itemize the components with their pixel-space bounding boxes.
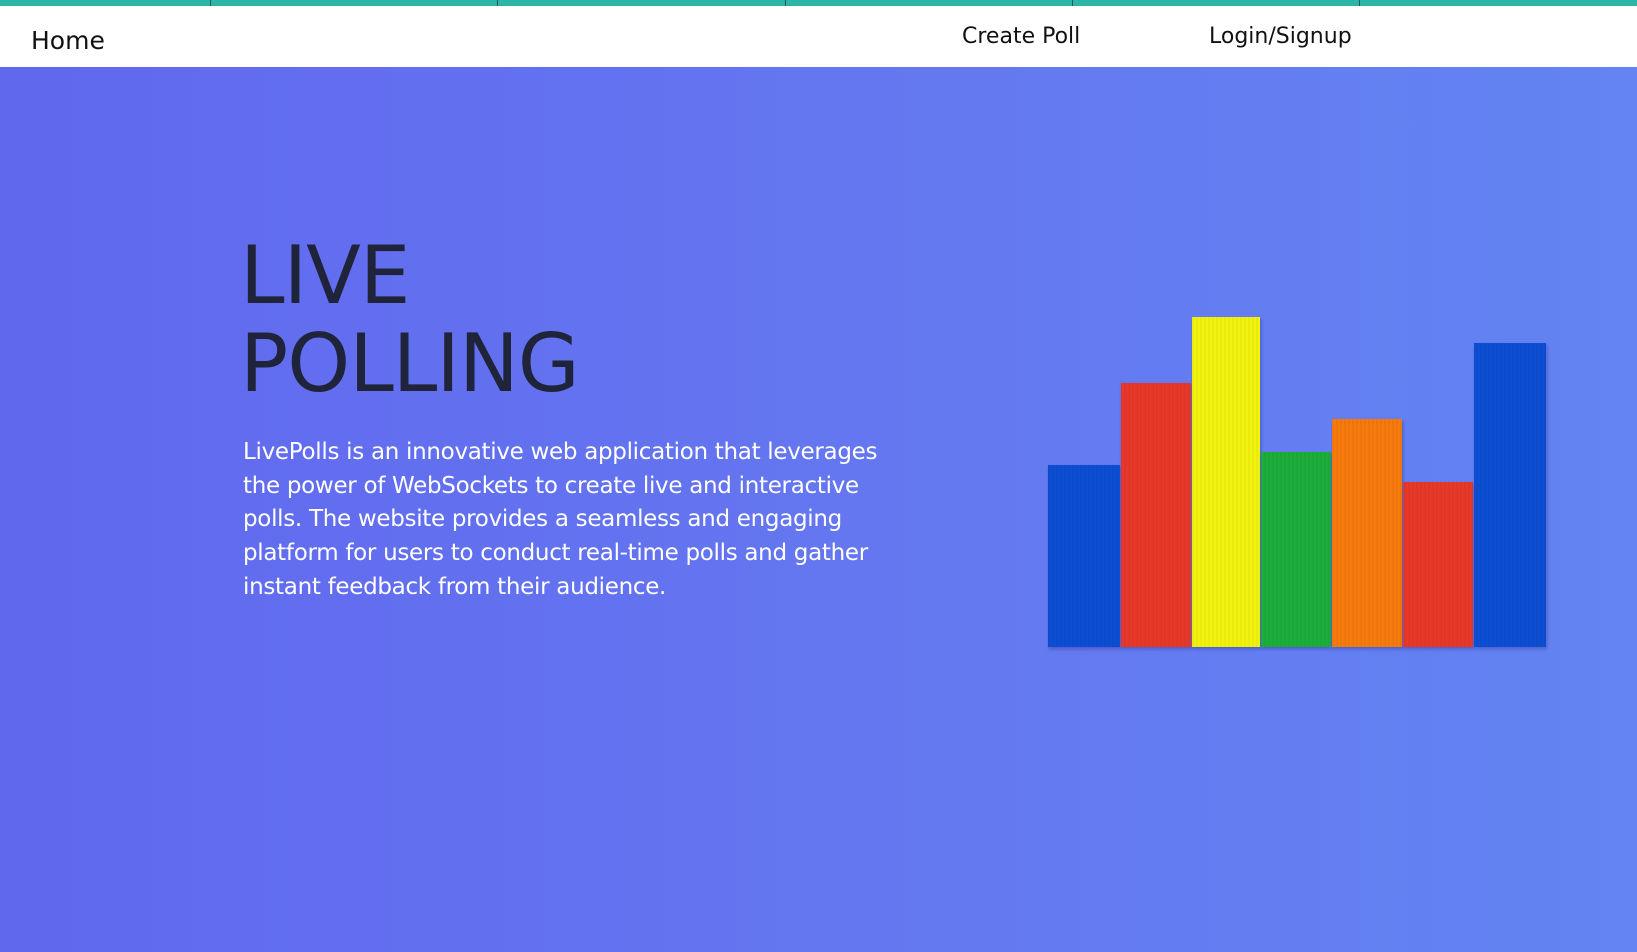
hero-title-line-2: POLLING (240, 317, 580, 410)
nav-home-link[interactable]: Home (31, 26, 105, 55)
block-texture (1121, 383, 1191, 647)
bar-graph-blocks-image (1048, 317, 1546, 647)
hero-section: LIVE POLLING LivePolls is an innovative … (0, 67, 1637, 952)
block-texture (1332, 419, 1402, 647)
block-texture (1403, 482, 1473, 647)
color-block-bar (1048, 465, 1120, 647)
color-block-bar (1474, 343, 1546, 647)
block-texture (1261, 452, 1331, 647)
nav-login-signup-link[interactable]: Login/Signup (1209, 24, 1352, 49)
color-block-bar (1192, 317, 1260, 647)
color-block-bar (1121, 383, 1191, 647)
hero-title-line-1: LIVE (240, 229, 410, 322)
hero-title: LIVE POLLING (240, 229, 580, 410)
color-block-bar (1332, 419, 1402, 647)
block-texture (1192, 317, 1260, 647)
color-block-bar (1261, 452, 1331, 647)
block-texture (1048, 465, 1120, 647)
block-texture (1474, 343, 1546, 647)
color-block-bar (1403, 482, 1473, 647)
nav-create-poll-link[interactable]: Create Poll (962, 24, 1080, 49)
hero-description: LivePolls is an innovative web applicati… (243, 439, 878, 600)
navbar: Home Create Poll Login/Signup (0, 6, 1637, 67)
